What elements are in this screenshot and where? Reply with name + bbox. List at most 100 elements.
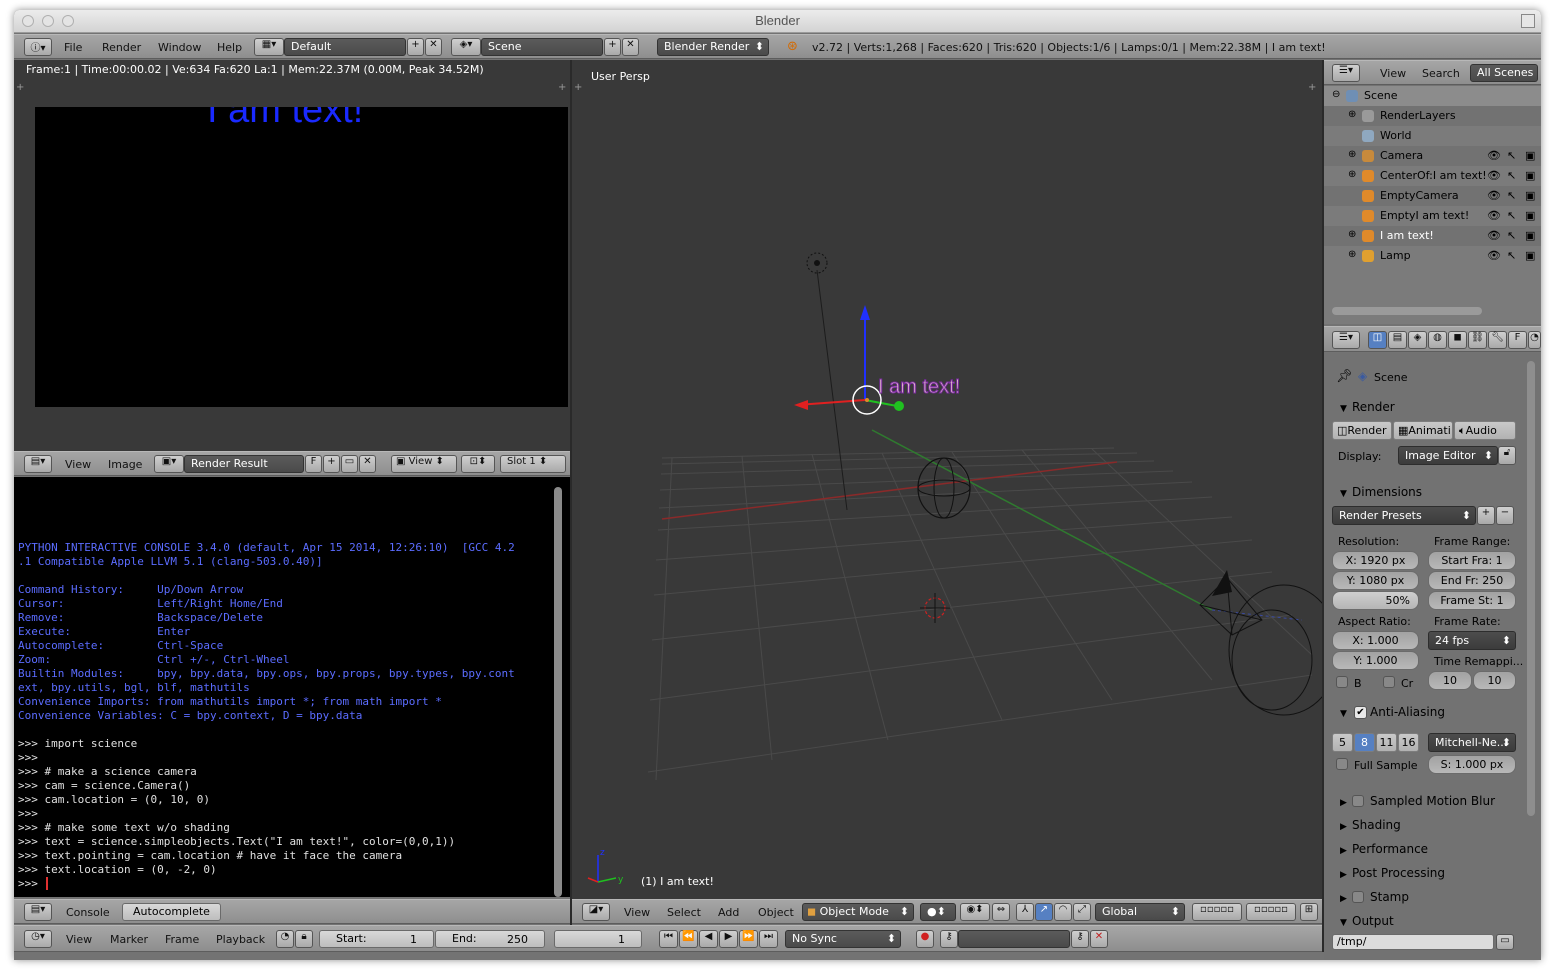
screen-layout-field[interactable]: Default	[284, 38, 406, 56]
console-scrollbar[interactable]	[554, 487, 562, 897]
scale-icon[interactable]: ⤢	[1073, 903, 1091, 921]
renderable-camera-icon[interactable]: ▣	[1525, 229, 1535, 242]
fake-user-button[interactable]: F	[305, 455, 322, 473]
outliner-row[interactable]: I am text! 👁︎ ↖ ▣ ⊕	[1324, 226, 1541, 246]
visibility-eye-icon[interactable]: 👁︎	[1487, 169, 1501, 182]
layers-row-1[interactable]: ▫▫▫▫▫	[1192, 903, 1242, 921]
anti-aliasing-checkbox[interactable]: ✔	[1354, 706, 1367, 719]
render-tab-icon[interactable]: ◫	[1368, 331, 1387, 349]
remap-old-field[interactable]: 10	[1428, 671, 1472, 690]
render-animation-button[interactable]: ▦Animati	[1393, 421, 1453, 440]
minimize-window-button[interactable]	[42, 15, 54, 27]
open-image-icon[interactable]: ▭	[341, 455, 358, 473]
data-tab-icon[interactable]: F	[1508, 331, 1527, 349]
outliner[interactable]: Scene ⊖ RenderLayers ⊕ World Camera 👁︎ ↖ ▣ ⊕ Cente…	[1324, 86, 1541, 324]
3d-add-menu[interactable]: Add	[718, 906, 739, 919]
outliner-row[interactable]: EmptyCamera 👁︎ ↖ ▣	[1324, 186, 1541, 206]
renderable-camera-icon[interactable]: ▣	[1525, 189, 1535, 202]
visibility-eye-icon[interactable]: 👁︎	[1487, 209, 1501, 222]
aspect-y-field[interactable]: Y: 1.000	[1332, 651, 1419, 670]
constraints-tab-icon[interactable]: ⛓	[1468, 331, 1487, 349]
slot-dropdown[interactable]: Slot 1 ⬍	[500, 455, 566, 473]
translate-icon[interactable]: ↗	[1035, 903, 1053, 921]
outliner-display-mode[interactable]: All Scenes	[1470, 64, 1538, 82]
image-editor[interactable]: Frame:1 | Time:00:00.02 | Ve:634 Fa:620 …	[14, 60, 570, 460]
panel-header-stamp[interactable]: ▶ Stamp	[1340, 890, 1530, 904]
remove-screen-icon[interactable]: ✕	[425, 38, 442, 56]
remove-scene-icon[interactable]: ✕	[622, 38, 639, 56]
render-engine-dropdown[interactable]: Blender Render ⬍	[657, 38, 769, 56]
image-name-field[interactable]: Render Result	[184, 455, 304, 473]
render-panel-header[interactable]: ▼ Render	[1340, 400, 1530, 414]
remap-new-field[interactable]: 10	[1473, 671, 1516, 690]
panel-header-sampled-motion-blur[interactable]: ▶ Sampled Motion Blur	[1340, 794, 1530, 808]
scene-icon[interactable]: ◈▾	[451, 38, 481, 56]
image-browse-icon[interactable]: ▣▾	[154, 455, 184, 473]
frame-rate-dropdown[interactable]: 24 fps ⬍	[1428, 631, 1516, 650]
3d-select-menu[interactable]: Select	[667, 906, 701, 919]
outliner-row[interactable]: Camera 👁︎ ↖ ▣ ⊕	[1324, 146, 1541, 166]
sync-mode-dropdown[interactable]: No Sync ⬍	[785, 930, 901, 948]
selectable-cursor-icon[interactable]: ↖	[1507, 249, 1516, 262]
selectable-cursor-icon[interactable]: ↖	[1507, 189, 1516, 202]
panel-header-shading[interactable]: ▶ Shading	[1340, 818, 1530, 832]
3d-view-menu[interactable]: View	[624, 906, 650, 919]
viewport-text-object[interactable]: I am text!	[877, 376, 960, 399]
zoom-window-button[interactable]	[62, 15, 74, 27]
viewport-shading-dropdown[interactable]: ●⬍	[920, 903, 956, 921]
collapse-icon[interactable]: ⊖	[1332, 89, 1340, 100]
object-tab-icon[interactable]: ◼	[1448, 331, 1467, 349]
renderable-camera-icon[interactable]: ▣	[1525, 209, 1535, 222]
image-view-menu[interactable]: View	[65, 458, 91, 471]
panel-header-performance[interactable]: ▶ Performance	[1340, 842, 1530, 856]
expand-icon[interactable]: ⊕	[1348, 169, 1356, 180]
panel-enable-checkbox[interactable]	[1352, 891, 1364, 903]
output-path-field[interactable]: /tmp/	[1332, 934, 1494, 950]
menu-render[interactable]: Render	[102, 41, 141, 54]
dimensions-panel-header[interactable]: ▼ Dimensions	[1340, 485, 1530, 499]
insert-keyframe-icon[interactable]: ⚷	[1071, 930, 1089, 948]
aa-filter-size-field[interactable]: S: 1.000 px	[1428, 755, 1516, 774]
aa-samples-16[interactable]: 16	[1398, 733, 1419, 752]
properties-scrollbar[interactable]	[1527, 361, 1535, 816]
menu-window[interactable]: Window	[158, 41, 201, 54]
image-menu[interactable]: Image	[108, 458, 142, 471]
layer-lock-icon[interactable]: ⊞	[1300, 903, 1318, 921]
lock-interface-icon[interactable]: 🔓︎	[1498, 446, 1516, 465]
expand-icon[interactable]: ⊕	[1348, 109, 1356, 120]
3d-view-editor-type-icon[interactable]: ◪▾	[582, 903, 610, 921]
play-icon[interactable]: ▶	[719, 930, 738, 948]
timeline-editor-type-icon[interactable]: ◷▾	[24, 930, 52, 948]
keying-set-icon[interactable]: ⚷	[940, 930, 958, 948]
modifiers-tab-icon[interactable]: 🔧︎	[1488, 331, 1507, 349]
timeline-frame-menu[interactable]: Frame	[165, 933, 199, 946]
expand-icon[interactable]: ⊕	[1348, 149, 1356, 160]
render-layers-tab-icon[interactable]: ▤	[1388, 331, 1407, 349]
console-menu[interactable]: Console	[66, 906, 110, 919]
panel-enable-checkbox[interactable]	[1352, 795, 1364, 807]
full-sample-checkbox[interactable]	[1336, 758, 1348, 770]
aa-samples-11[interactable]: 11	[1376, 733, 1397, 752]
pin-icon[interactable]: 📌︎	[1336, 369, 1353, 384]
outliner-row[interactable]: CenterOf:I am text! 👁︎ ↖ ▣ ⊕	[1324, 166, 1541, 186]
end-frame-field[interactable]: End Fr: 250	[1428, 571, 1516, 590]
visibility-eye-icon[interactable]: 👁︎	[1487, 229, 1501, 242]
scene-field[interactable]: Scene	[481, 38, 603, 56]
outliner-row[interactable]: Lamp 👁︎ ↖ ▣ ⊕	[1324, 246, 1541, 266]
record-icon[interactable]: ●	[916, 930, 934, 948]
expand-icon[interactable]: ⊕	[1348, 249, 1356, 260]
selectable-cursor-icon[interactable]: ↖	[1507, 229, 1516, 242]
jump-start-icon[interactable]: ⏮	[659, 930, 678, 948]
autocomplete-button[interactable]: Autocomplete	[122, 903, 221, 921]
python-console[interactable]: PYTHON INTERACTIVE CONSOLE 3.4.0 (defaul…	[14, 477, 570, 897]
screen-layout-icon[interactable]: ▦▾	[254, 38, 284, 56]
more-tabs-icon[interactable]: ◔	[1528, 331, 1541, 349]
jump-keyframe-back-icon[interactable]: ⏪	[679, 930, 698, 948]
render-audio-button[interactable]: 🔈︎Audio	[1454, 421, 1516, 440]
selectable-cursor-icon[interactable]: ↖	[1507, 169, 1516, 182]
aa-filter-dropdown[interactable]: Mitchell-Ne... ⬍	[1428, 733, 1516, 752]
panel-header-output[interactable]: ▼ Output	[1340, 914, 1530, 928]
3d-object-menu[interactable]: Object	[758, 906, 794, 919]
resolution-percentage-slider[interactable]: 50%	[1332, 591, 1419, 610]
manipulator-toggle-icon[interactable]: ⇔	[992, 903, 1010, 921]
